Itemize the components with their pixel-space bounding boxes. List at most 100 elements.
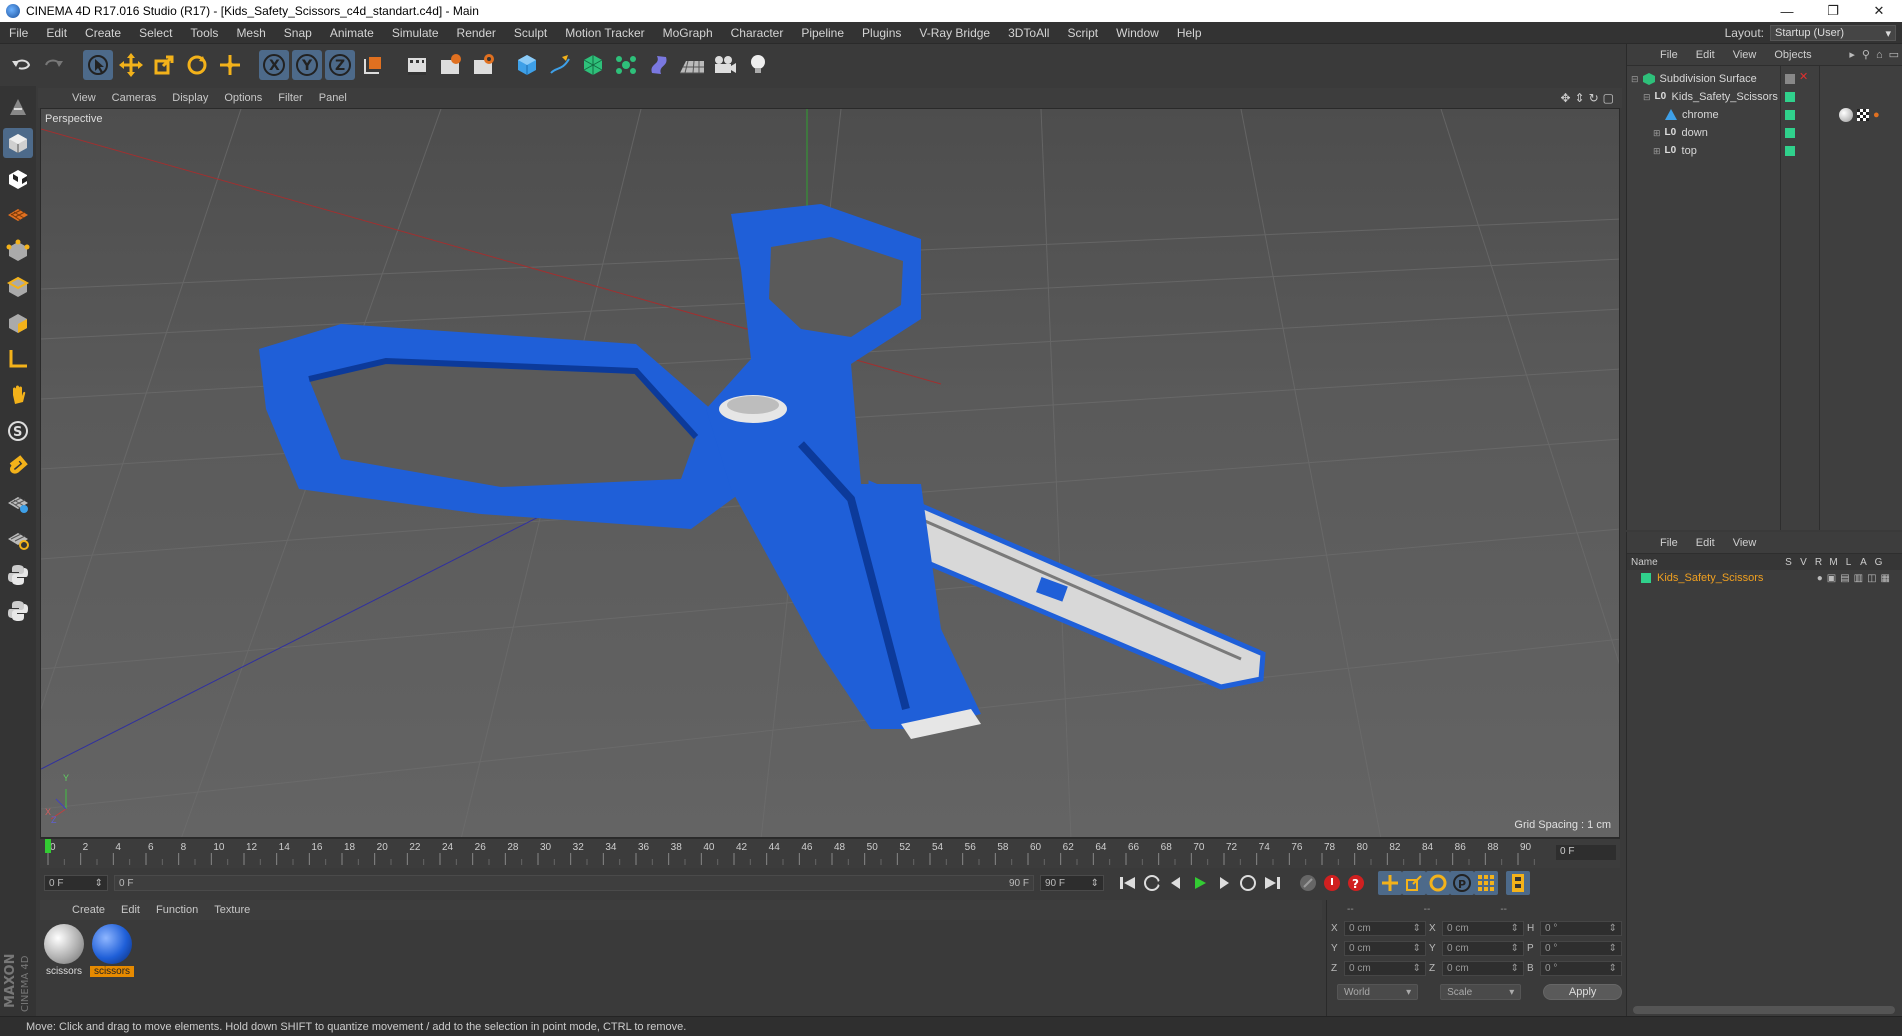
- workplane-lock-icon[interactable]: [3, 524, 33, 554]
- snap-magnet-icon[interactable]: [3, 452, 33, 482]
- maximize-view-icon[interactable]: ▢: [1603, 91, 1614, 105]
- horizontal-scrollbar[interactable]: [1633, 1006, 1895, 1014]
- material-menu-texture[interactable]: Texture: [206, 904, 258, 916]
- material-swatch-scissors-grey[interactable]: scissors: [42, 924, 86, 977]
- previous-frame-icon[interactable]: [1164, 871, 1188, 895]
- visibility-icon[interactable]: [1785, 74, 1795, 84]
- minimize-button[interactable]: —: [1764, 0, 1810, 22]
- go-to-start-icon[interactable]: [1116, 871, 1140, 895]
- edit-render-settings-icon[interactable]: [468, 50, 498, 80]
- texture-mode-icon[interactable]: [3, 164, 33, 194]
- objects-menu-objects[interactable]: Objects: [1765, 49, 1820, 61]
- record-keys-icon[interactable]: [1296, 871, 1320, 895]
- start-frame-field[interactable]: 0 F ⇕: [44, 875, 108, 891]
- next-frame-icon[interactable]: [1212, 871, 1236, 895]
- viewport-menu-options[interactable]: Options: [216, 92, 270, 104]
- viewport-menu-panel[interactable]: Panel: [311, 92, 355, 104]
- key-point-level-icon[interactable]: [1474, 871, 1498, 895]
- rotation-h-field[interactable]: 0 ° ⇕: [1540, 920, 1622, 936]
- menu-render[interactable]: Render: [448, 26, 505, 40]
- column-render[interactable]: R: [1811, 557, 1826, 568]
- go-to-end-icon[interactable]: [1260, 871, 1284, 895]
- layer-color-tag[interactable]: [1785, 110, 1795, 120]
- objects-menu-view[interactable]: View: [1724, 49, 1766, 61]
- tree-item-top[interactable]: ⊞ L0 top: [1627, 142, 1902, 160]
- objects-menu-file[interactable]: File: [1651, 49, 1687, 61]
- camera-icon[interactable]: [710, 50, 740, 80]
- render-view-icon[interactable]: [402, 50, 432, 80]
- menu-select[interactable]: Select: [130, 26, 181, 40]
- move-icon[interactable]: [116, 50, 146, 80]
- column-animation[interactable]: A: [1856, 557, 1871, 568]
- z-axis-lock-icon[interactable]: Z: [325, 50, 355, 80]
- redo-icon[interactable]: [39, 50, 69, 80]
- size-x-field[interactable]: 0 cm ⇕: [1442, 920, 1524, 936]
- solo-mode-icon[interactable]: S: [3, 416, 33, 446]
- deformer-icon[interactable]: [644, 50, 674, 80]
- layers-menu-file[interactable]: File: [1651, 537, 1687, 549]
- menu-simulate[interactable]: Simulate: [383, 26, 448, 40]
- current-frame-field[interactable]: 0 F: [1556, 845, 1616, 860]
- material-menu-function[interactable]: Function: [148, 904, 206, 916]
- column-manager[interactable]: M: [1826, 557, 1841, 568]
- apply-button[interactable]: Apply: [1543, 984, 1623, 1000]
- points-mode-icon[interactable]: [3, 236, 33, 266]
- menu-tools[interactable]: Tools: [181, 26, 227, 40]
- layer-row[interactable]: Kids_Safety_Scissors ●▣▤▥◫▦: [1627, 570, 1902, 586]
- viewport-menu-cameras[interactable]: Cameras: [104, 92, 165, 104]
- phong-tag-icon[interactable]: ●: [1873, 109, 1885, 121]
- workplane-grid-icon[interactable]: [3, 488, 33, 518]
- autokeying-icon[interactable]: [1320, 871, 1344, 895]
- collapse-toggle-icon[interactable]: ⊟: [1643, 92, 1651, 103]
- workplane-mode-icon[interactable]: [3, 200, 33, 230]
- tweak-mode-icon[interactable]: [3, 380, 33, 410]
- home-icon[interactable]: ⌂: [1873, 49, 1886, 61]
- disable-x-icon[interactable]: ✕: [1799, 70, 1808, 83]
- rotate-icon[interactable]: [182, 50, 212, 80]
- subdivision-surface-icon[interactable]: [578, 50, 608, 80]
- timeline-layout-icon[interactable]: [1506, 871, 1530, 895]
- key-scale-icon[interactable]: [1402, 871, 1426, 895]
- position-x-field[interactable]: 0 cm ⇕: [1344, 920, 1426, 936]
- tree-item-kids-safety-scissors[interactable]: ⊟ L0 Kids_Safety_Scissors: [1627, 88, 1902, 106]
- restore-button[interactable]: ❐: [1810, 0, 1856, 22]
- tree-item-subdivision-surface[interactable]: ⊟ Subdivision Surface ✕: [1627, 70, 1902, 88]
- preview-range-slider[interactable]: 0 F 90 F: [114, 875, 1034, 891]
- orbit-icon[interactable]: ↻: [1589, 91, 1599, 105]
- size-y-field[interactable]: 0 cm ⇕: [1442, 940, 1524, 956]
- live-transform-icon[interactable]: [215, 50, 245, 80]
- material-menu-edit[interactable]: Edit: [113, 904, 148, 916]
- dolly-icon[interactable]: ⇕: [1575, 91, 1585, 105]
- uvw-tag-icon[interactable]: [1857, 109, 1869, 121]
- layer-color-tag[interactable]: [1785, 146, 1795, 156]
- edges-mode-icon[interactable]: [3, 272, 33, 302]
- menu-vray-bridge[interactable]: V-Ray Bridge: [910, 26, 999, 40]
- floor-environment-icon[interactable]: [677, 50, 707, 80]
- material-menu-create[interactable]: Create: [64, 904, 113, 916]
- y-axis-lock-icon[interactable]: Y: [292, 50, 322, 80]
- select-arrow-icon[interactable]: [83, 50, 113, 80]
- coordinate-system-icon[interactable]: [358, 50, 388, 80]
- layout-select[interactable]: Startup (User) ▾: [1770, 24, 1896, 41]
- menu-motion-tracker[interactable]: Motion Tracker: [556, 26, 653, 40]
- menu-mograph[interactable]: MoGraph: [654, 26, 722, 40]
- viewport-menu-view[interactable]: View: [64, 92, 104, 104]
- x-axis-lock-icon[interactable]: X: [259, 50, 289, 80]
- menu-sculpt[interactable]: Sculpt: [505, 26, 556, 40]
- column-visible[interactable]: V: [1796, 557, 1811, 568]
- timeline-ruler[interactable]: 0 2 4 6 8 10 12 14 16 18 20 22 24 26 28 30 32 34 36 38 40 42 4…: [40, 838, 1620, 868]
- key-parameter-icon[interactable]: P: [1450, 871, 1474, 895]
- position-z-field[interactable]: 0 cm ⇕: [1344, 960, 1426, 976]
- scissors-model[interactable]: [259, 204, 1266, 739]
- material-swatch-scissors-blue[interactable]: scissors: [90, 924, 134, 977]
- tree-item-down[interactable]: ⊞ L0 down: [1627, 124, 1902, 142]
- light-icon[interactable]: [743, 50, 773, 80]
- rotation-b-field[interactable]: 0 ° ⇕: [1540, 960, 1622, 976]
- undo-icon[interactable]: [6, 50, 36, 80]
- menu-create[interactable]: Create: [76, 26, 130, 40]
- key-position-icon[interactable]: [1378, 871, 1402, 895]
- menu-mesh[interactable]: Mesh: [227, 26, 274, 40]
- more-arrow-icon[interactable]: ▸: [1845, 48, 1859, 61]
- key-rotation-icon[interactable]: [1426, 871, 1450, 895]
- render-picture-viewer-icon[interactable]: [435, 50, 465, 80]
